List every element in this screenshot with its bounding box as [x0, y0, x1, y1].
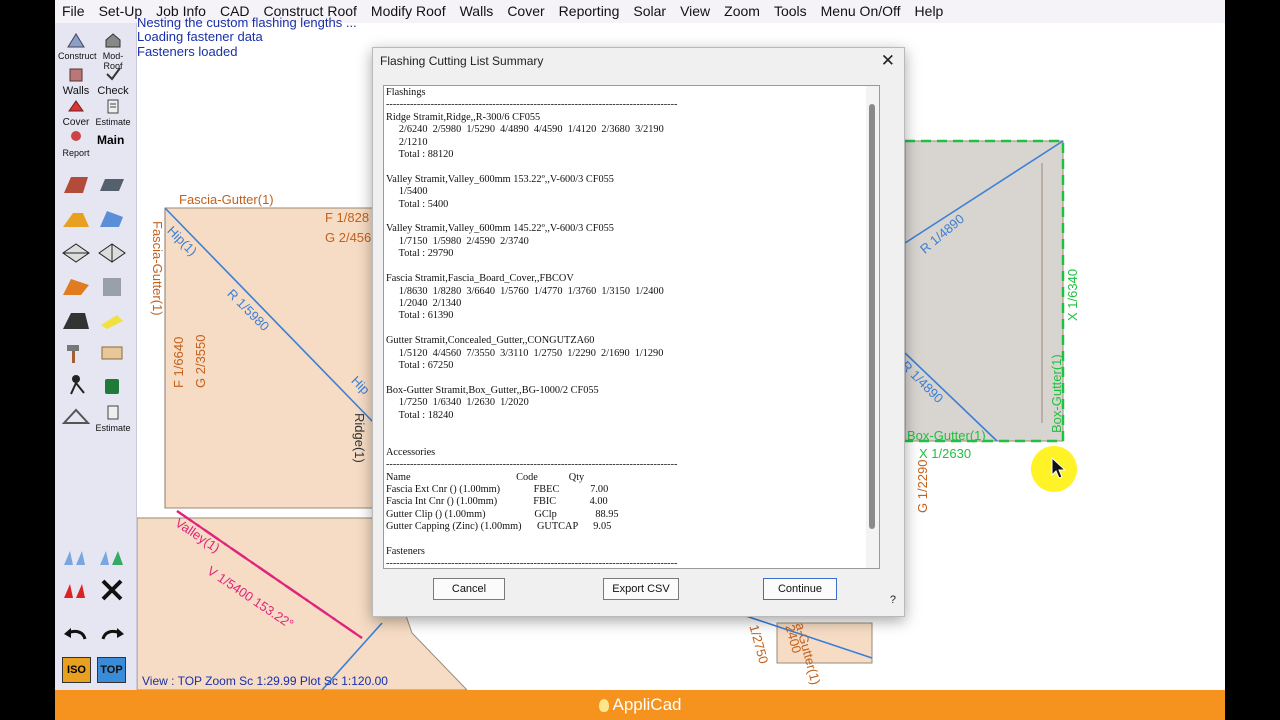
redo-arrow-icon[interactable] [97, 623, 127, 647]
left-toolbar: Construct Mod-Roof Walls Check Cover Est… [55, 23, 137, 690]
label-f-left: F 1/6640 [171, 336, 186, 388]
label-f-top: F 1/828 [325, 210, 370, 225]
menu-view[interactable]: View [673, 0, 717, 23]
yellow-brush-icon[interactable] [97, 309, 127, 333]
report-button[interactable]: Report [58, 128, 94, 158]
label-x-right: X 1/6340 [1065, 268, 1080, 321]
status-message-2: Loading fastener data [137, 29, 263, 44]
undo-arrow-icon[interactable] [61, 623, 91, 647]
menu-modify-roof[interactable]: Modify Roof [364, 0, 453, 23]
lightbulb-icon [598, 698, 609, 712]
estimate-button[interactable]: Estimate [95, 97, 131, 127]
blue-roof-icon[interactable] [97, 207, 127, 231]
walls-button[interactable]: Walls [58, 65, 94, 97]
scrollbar-thumb[interactable] [869, 104, 875, 529]
cutting-list-textbox[interactable]: Flashings ------------------------------… [383, 85, 880, 569]
label-ridge: Ridge(1) [352, 413, 367, 463]
roof-frame-icon[interactable] [61, 405, 91, 429]
walls-icon [69, 68, 83, 82]
top-view-button[interactable]: TOP [97, 657, 126, 683]
dark-roof-icon[interactable] [61, 309, 91, 333]
label-g-bottom: G 1/2290 [915, 459, 930, 514]
estimate-2-label: Estimate [95, 423, 131, 433]
iso-view-button[interactable]: ISO [62, 657, 91, 683]
check-icon [106, 67, 121, 81]
status-message-3: Fasteners loaded [137, 44, 238, 59]
check-button[interactable]: Check [95, 65, 131, 97]
menu-cover[interactable]: Cover [500, 0, 551, 23]
label-fascia-gutter-top: Fascia-Gutter(1) [179, 192, 274, 207]
report-label: Report [62, 148, 90, 158]
estimate-icon [107, 99, 119, 114]
estimate-label: Estimate [95, 117, 131, 127]
applicad-window: File Set-Up Job Info CAD Construct Roof … [55, 0, 1225, 720]
menu-walls[interactable]: Walls [453, 0, 501, 23]
cover-label: Cover [62, 117, 90, 128]
menu-help[interactable]: Help [908, 0, 951, 23]
green-bucket-icon[interactable] [97, 373, 127, 397]
close-icon[interactable]: ✕ [881, 51, 895, 71]
continue-button[interactable]: Continue [763, 578, 837, 600]
cover-icon [68, 100, 84, 112]
status-message-1: Nesting the custom flashing lengths ... [137, 15, 357, 30]
mouse-cursor-icon [1051, 457, 1067, 479]
construct-label: Construct [58, 51, 97, 61]
roof-tile-icon[interactable] [61, 173, 91, 197]
label-fascia-gutter-left: Fascia-Gutter(1) [150, 221, 165, 316]
hip-roof-outline-icon[interactable] [61, 241, 91, 265]
construct-button[interactable]: Construct [58, 31, 97, 61]
main-button[interactable]: Main [97, 133, 124, 147]
label-g-top: G 2/456 [325, 230, 372, 245]
cutting-list-text: Flashings ------------------------------… [386, 87, 678, 569]
vertical-scrollbar[interactable] [866, 86, 879, 568]
menu-solar[interactable]: Solar [626, 0, 673, 23]
check-label: Check [97, 85, 129, 97]
house-icon [105, 33, 121, 48]
brand-logo: AppliCad [598, 695, 682, 715]
red-triangles-icon[interactable] [61, 578, 91, 602]
cancel-button[interactable]: Cancel [433, 578, 505, 600]
menu-reporting[interactable]: Reporting [552, 0, 627, 23]
orange-roof-icon[interactable] [61, 275, 91, 299]
label-box-gutter-vertical: Box-Gutter(1) [1049, 354, 1064, 433]
sheet-roof-icon[interactable] [97, 173, 127, 197]
export-csv-button[interactable]: Export CSV [603, 578, 679, 600]
blue-triangles-icon[interactable] [61, 545, 91, 569]
hammer-icon[interactable] [61, 341, 91, 365]
menu-zoom[interactable]: Zoom [717, 0, 767, 23]
label-box-gutter: Box-Gutter(1) [907, 428, 986, 443]
scroll-icon[interactable] [97, 341, 127, 365]
menu-on-off[interactable]: Menu On/Off [814, 0, 908, 23]
gable-roof-icon[interactable] [61, 207, 91, 231]
menu-file[interactable]: File [55, 0, 92, 23]
brand-bar: AppliCad [55, 690, 1225, 720]
wall-panel-icon[interactable] [97, 275, 127, 299]
flashing-cutting-list-dialog: Flashing Cutting List Summary ✕ Flashing… [372, 47, 905, 617]
dialog-title: Flashing Cutting List Summary [380, 54, 544, 68]
label-g-left: G 2/3550 [193, 334, 208, 389]
construct-icon [67, 33, 85, 48]
walls-label: Walls [62, 85, 90, 97]
view-status: View : TOP Zoom Sc 1:29.99 Plot Sc 1:120… [142, 674, 388, 688]
hip-roof-outline-2-icon[interactable] [97, 241, 127, 265]
triangle-pair-icon[interactable] [97, 545, 127, 569]
help-icon[interactable]: ? [890, 594, 896, 606]
brand-name: AppliCad [612, 695, 682, 714]
estimate-2-button[interactable]: Estimate [95, 403, 131, 433]
delete-x-icon[interactable] [97, 578, 127, 602]
cover-button[interactable]: Cover [58, 97, 94, 128]
worker-icon[interactable] [61, 373, 91, 397]
report-icon [71, 131, 81, 141]
estimate-2-icon [107, 405, 119, 420]
menu-tools[interactable]: Tools [767, 0, 814, 23]
